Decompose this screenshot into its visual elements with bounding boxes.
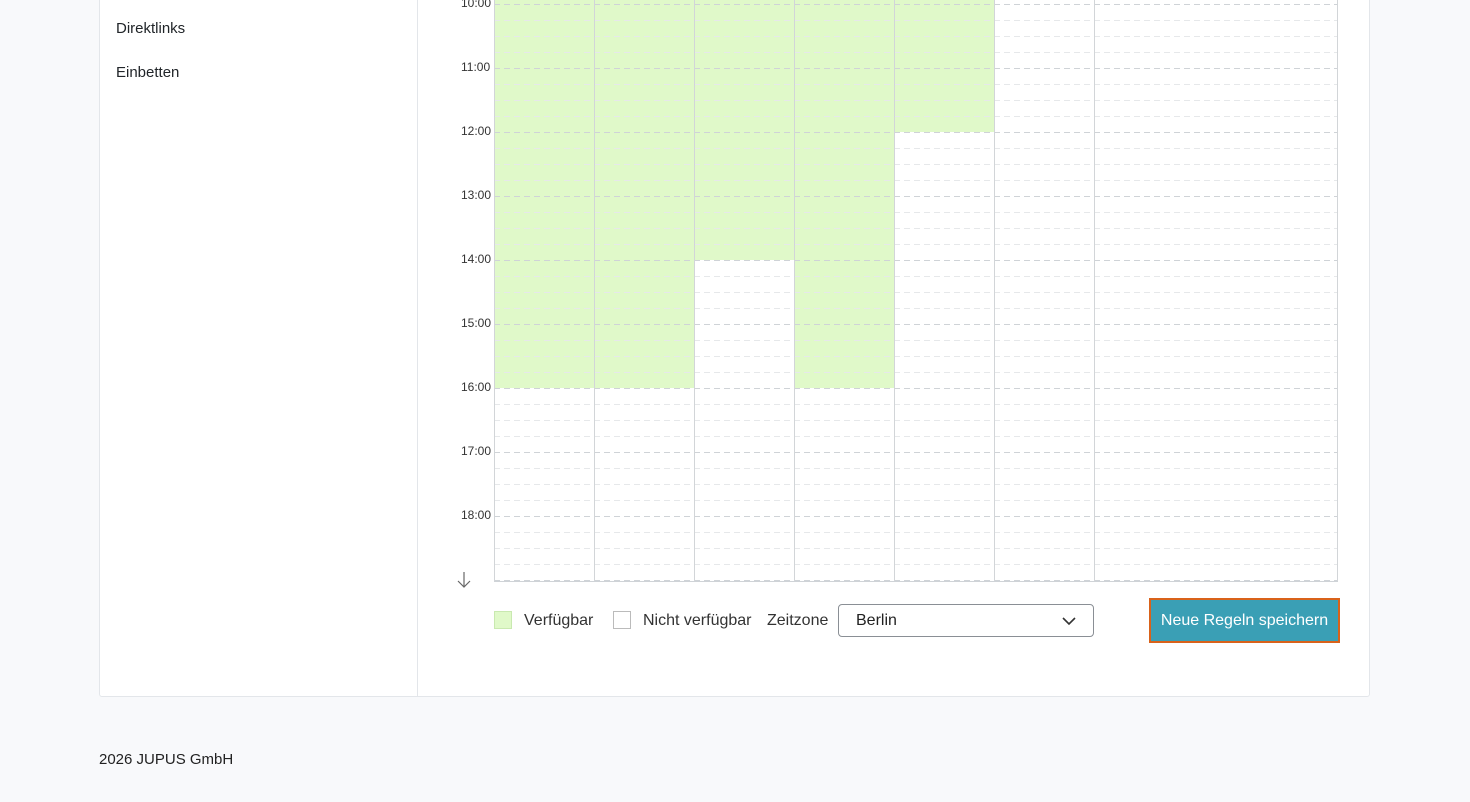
- available-swatch: [494, 611, 512, 629]
- timezone-value: Berlin: [856, 612, 897, 629]
- available-block[interactable]: [794, 0, 894, 388]
- unavailable-label: Nicht verfügbar: [643, 612, 752, 629]
- hour-label: 18:00: [461, 508, 492, 522]
- available-block[interactable]: [694, 0, 794, 260]
- hour-label: 11:00: [461, 60, 491, 74]
- hour-label: 16:00: [461, 380, 492, 394]
- available-block[interactable]: [494, 0, 594, 388]
- chevron-down-icon: [1062, 617, 1076, 626]
- hour-label: 17:00: [461, 444, 492, 458]
- available-block[interactable]: [594, 0, 694, 388]
- unavailable-swatch: [613, 611, 631, 629]
- arrow-down-icon[interactable]: [456, 571, 472, 589]
- available-block[interactable]: [894, 0, 994, 132]
- footer-copyright: 2026 JUPUS GmbH: [99, 751, 234, 768]
- hour-label: 14:00: [461, 252, 492, 266]
- hour-label: 12:00: [461, 124, 492, 138]
- timezone-label: Zeitzone: [767, 612, 829, 629]
- hour-label: 10:00: [461, 0, 492, 10]
- available-label: Verfügbar: [524, 612, 594, 629]
- timezone-select[interactable]: Berlin: [838, 604, 1094, 637]
- hour-label: 15:00: [461, 316, 492, 330]
- save-rules-button[interactable]: Neue Regeln speichern: [1149, 598, 1340, 643]
- availability-grid[interactable]: [0, 0, 1470, 600]
- hour-label: 13:00: [461, 188, 492, 202]
